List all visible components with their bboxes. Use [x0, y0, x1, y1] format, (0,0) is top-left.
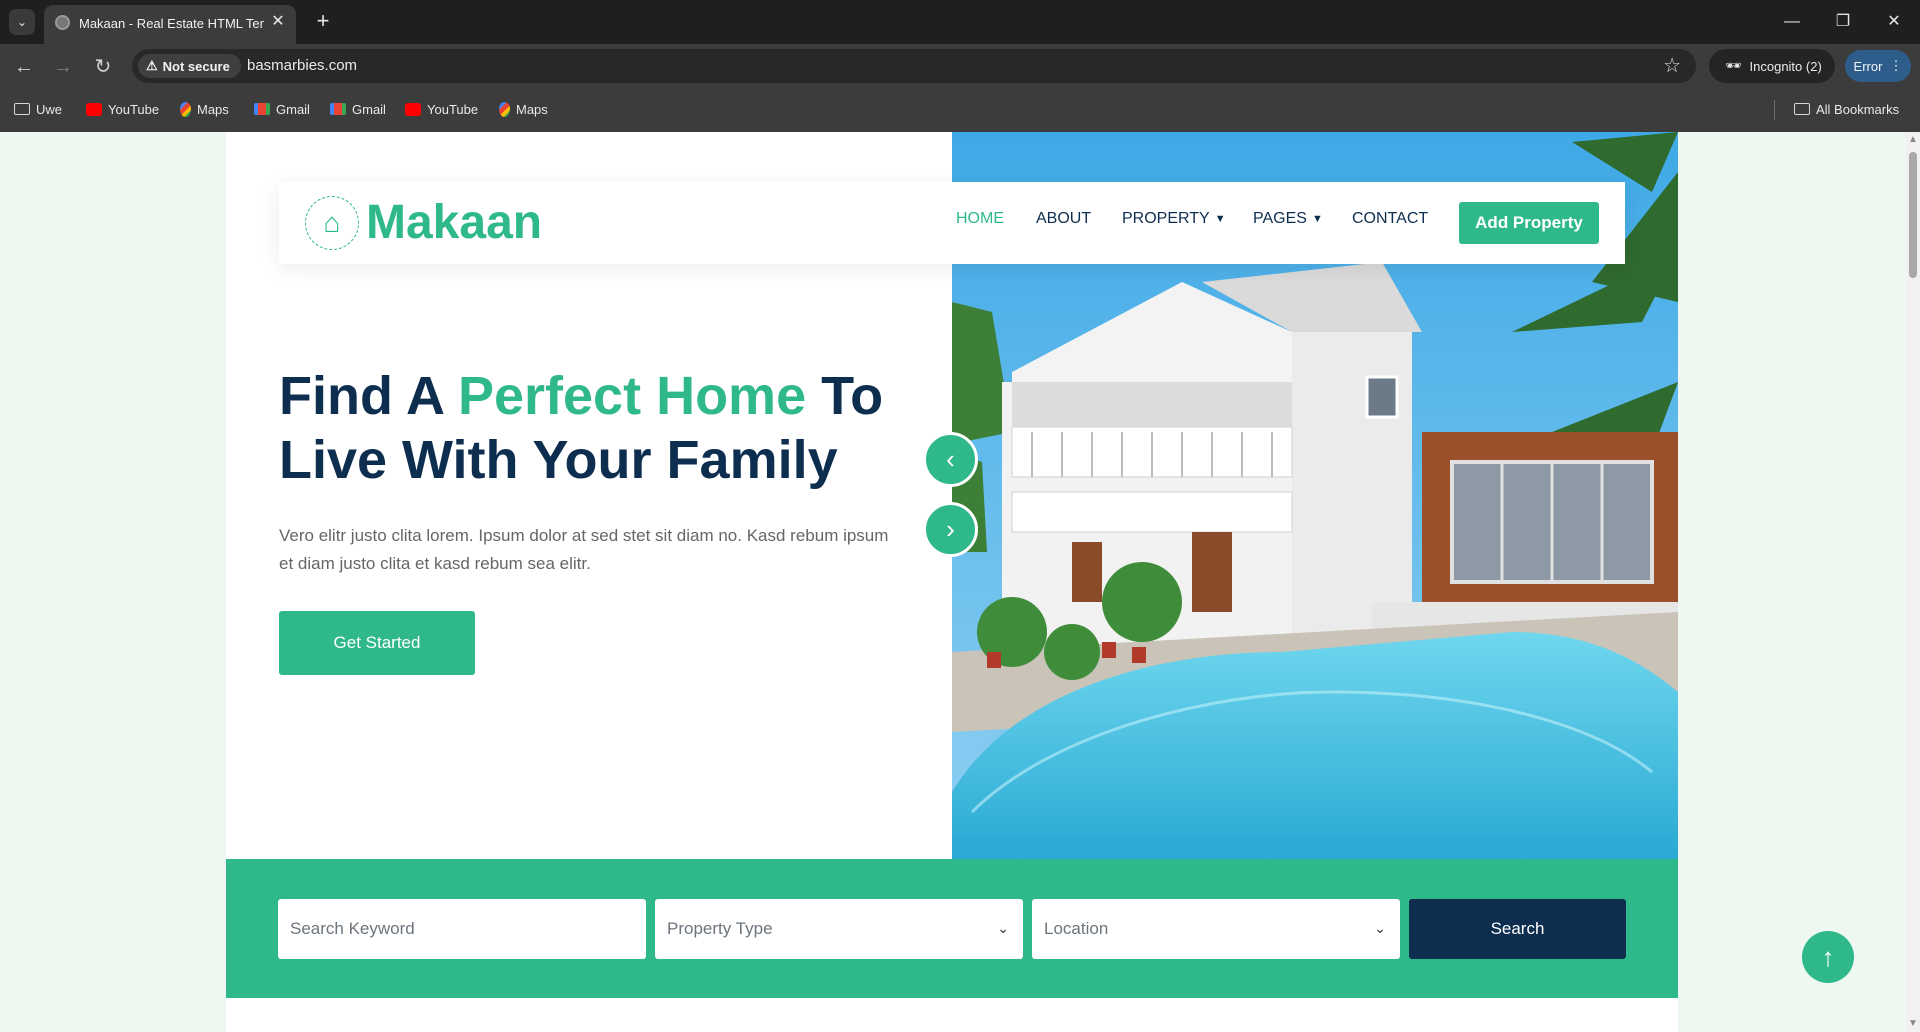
bookmark-label: Gmail [352, 101, 386, 117]
page-scrollbar[interactable]: ▲ ▼ [1906, 132, 1920, 1032]
error-chip[interactable]: Error ⋮ [1845, 50, 1911, 82]
restore-icon[interactable]: ❐ [1829, 8, 1857, 36]
location-value: Location [1044, 919, 1109, 938]
scroll-thumb[interactable] [1909, 152, 1917, 278]
youtube-icon [86, 102, 102, 116]
minimize-icon[interactable]: — [1778, 8, 1806, 36]
nav-contact[interactable]: CONTACT [1352, 210, 1428, 228]
scroll-up-icon[interactable]: ▲ [1908, 134, 1918, 145]
error-label: Error [1853, 58, 1883, 74]
security-label: Not secure [162, 58, 230, 74]
chevron-down-icon: ▼ [1311, 213, 1323, 225]
incognito-chip[interactable]: 🕶 Incognito (2) [1709, 49, 1835, 83]
hero-title-accent: Perfect Home [457, 366, 807, 426]
all-bookmarks[interactable]: All Bookmarks [1794, 99, 1899, 119]
forward-arrow-icon[interactable]: → [48, 52, 78, 82]
scroll-down-icon[interactable]: ▼ [1908, 1018, 1918, 1029]
close-icon[interactable]: ✕ [269, 13, 287, 31]
bookmark-label: Maps [516, 101, 548, 117]
window-close-icon[interactable]: ✕ [1880, 8, 1908, 36]
more-vertical-icon: ⋮ [1889, 58, 1903, 73]
site-container: ⌂ Makaan HOME ABOUT PROPERTY ▼ PAGES ▼ CON… [226, 132, 1678, 1032]
maps-icon [180, 101, 191, 117]
nav-property-label: PROPERTY [1122, 210, 1210, 227]
bookmark-label: Maps [197, 101, 229, 117]
logo-icon[interactable]: ⌂ [305, 196, 359, 250]
add-property-button[interactable]: Add Property [1459, 202, 1599, 244]
search-band: Search Keyword Property Type ⌄ Location … [226, 859, 1678, 998]
globe-icon [55, 15, 70, 30]
browser-chrome: ⌄ Makaan - Real Estate HTML Template ✕ +… [0, 0, 1920, 132]
folder-icon [14, 103, 30, 115]
security-chip[interactable]: ⚠ Not secure [138, 54, 241, 78]
url-text[interactable]: basmarbies.com [247, 57, 357, 74]
nav-property[interactable]: PROPERTY ▼ [1122, 210, 1226, 228]
get-started-button[interactable]: Get Started [279, 611, 475, 675]
star-icon[interactable]: ☆ [1663, 54, 1681, 78]
bookmark-label: Uwe [36, 101, 63, 117]
bookmark-label: Gmail [276, 101, 310, 117]
nav-pages[interactable]: PAGES ▼ [1253, 210, 1323, 228]
tab-strip: ⌄ Makaan - Real Estate HTML Template ✕ +… [0, 0, 1920, 44]
chevron-down-icon: ▼ [1214, 213, 1226, 225]
site-navbar: ⌂ Makaan HOME ABOUT PROPERTY ▼ PAGES ▼ CON… [279, 182, 1625, 264]
back-arrow-icon[interactable]: ← [9, 52, 39, 82]
bookmark-gmail[interactable]: Gmail [330, 99, 386, 119]
active-tab[interactable]: Makaan - Real Estate HTML Template ✕ [44, 5, 296, 44]
bookmark-maps[interactable]: Maps [180, 99, 229, 119]
search-keyword-input[interactable]: Search Keyword [278, 899, 646, 959]
carousel-prev-icon[interactable]: ‹ [923, 432, 978, 487]
warning-icon: ⚠ [146, 58, 158, 73]
youtube-icon [405, 102, 421, 116]
reload-icon[interactable]: ↻ [88, 52, 118, 82]
bookmark-uwe[interactable]: Uwe [14, 99, 62, 119]
property-type-value: Property Type [667, 919, 773, 938]
gmail-icon [254, 103, 270, 115]
gmail-icon [330, 103, 346, 115]
bookmark-youtube[interactable]: YouTube [86, 99, 159, 119]
bookmark-label: YouTube [108, 101, 160, 117]
address-bar[interactable]: ⚠ Not secure basmarbies.com ☆ [132, 49, 1696, 83]
logo-text[interactable]: Makaan [366, 193, 542, 253]
tab-search-button[interactable]: ⌄ [9, 9, 35, 35]
back-to-top-icon[interactable]: ↑ [1802, 931, 1854, 983]
page-viewport: ⌂ Makaan HOME ABOUT PROPERTY ▼ PAGES ▼ CON… [0, 132, 1920, 1032]
hero-description: Vero elitr justo clita lorem. Ipsum dolo… [279, 526, 889, 573]
nav-home[interactable]: HOME [956, 210, 1004, 228]
maps-icon [499, 101, 510, 117]
nav-pages-label: PAGES [1253, 210, 1307, 227]
location-select[interactable]: Location ⌄ [1032, 899, 1400, 959]
chevron-down-icon: ⌄ [1374, 920, 1386, 936]
carousel-next-icon[interactable]: › [923, 502, 978, 557]
search-button[interactable]: Search [1409, 899, 1626, 959]
incognito-icon: 🕶 [1725, 58, 1742, 73]
hero-title-part1: Find A [279, 366, 458, 426]
search-keyword-placeholder: Search Keyword [290, 919, 415, 938]
bookmark-youtube[interactable]: YouTube [405, 99, 478, 119]
browser-toolbar: ← → ↻ ⚠ Not secure basmarbies.com ☆ 🕶 In… [0, 44, 1920, 88]
folder-icon [1794, 103, 1810, 115]
bookmark-label: YouTube [427, 101, 479, 117]
bookmarks-bar: Uwe YouTube Maps Gmail Gmail YouTube Map… [0, 88, 1920, 132]
nav-about[interactable]: ABOUT [1036, 210, 1091, 228]
property-type-select[interactable]: Property Type ⌄ [655, 899, 1023, 959]
bookmark-gmail[interactable]: Gmail [254, 99, 310, 119]
bookmark-maps[interactable]: Maps [499, 99, 548, 119]
new-tab-button[interactable]: + [310, 9, 336, 35]
incognito-label: Incognito (2) [1749, 58, 1822, 74]
hero-title: Find A Perfect Home To Live With Your Fa… [279, 364, 919, 492]
tab-title: Makaan - Real Estate HTML Template [79, 16, 264, 31]
chevron-down-icon: ⌄ [997, 920, 1009, 936]
bookmarks-divider [1774, 100, 1775, 120]
all-bookmarks-label: All Bookmarks [1816, 101, 1900, 117]
